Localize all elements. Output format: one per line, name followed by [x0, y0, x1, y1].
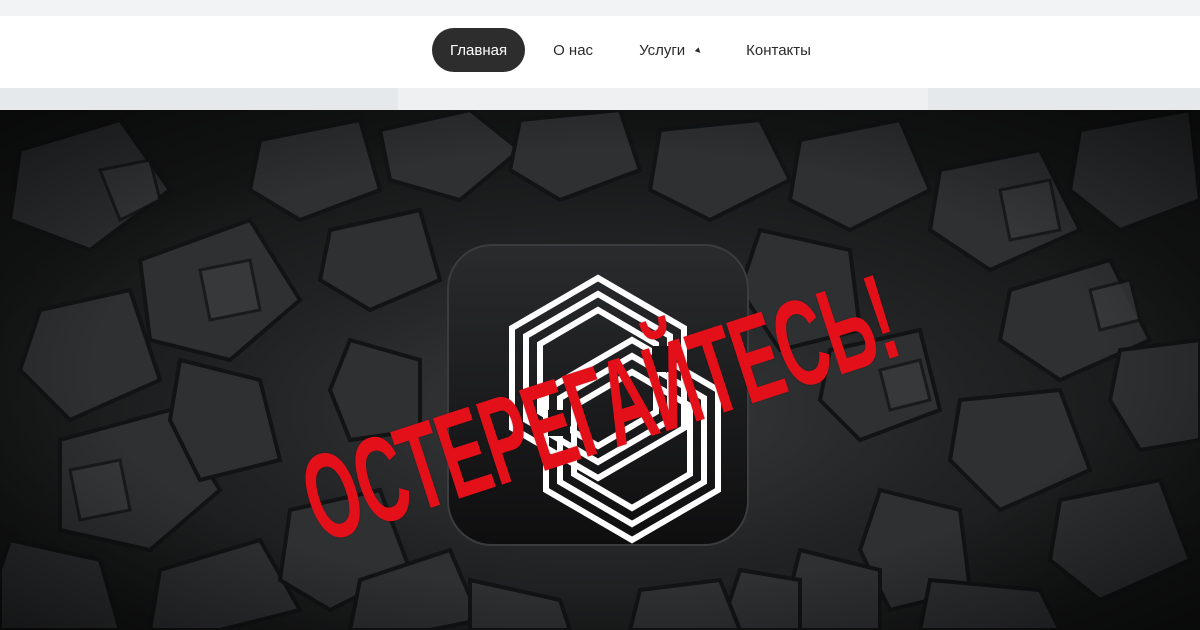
- hero-banner: ОСТЕРЕГАЙТЕСЬ!: [0, 110, 1200, 630]
- sub-bar: [0, 88, 1200, 110]
- main-nav: Главная О нас Услуги ▼ Контакты: [432, 28, 811, 72]
- nav-item-contacts-label: Контакты: [746, 41, 811, 59]
- nav-item-contacts[interactable]: Контакты: [746, 28, 811, 72]
- sub-bar-segment: [928, 88, 1200, 110]
- nav-item-home-label: Главная: [450, 41, 508, 59]
- caret-down-icon: ▼: [691, 44, 706, 58]
- sub-bar-segment: [0, 88, 398, 110]
- navbar: Главная О нас Услуги ▼ Контакты: [0, 16, 1200, 88]
- nav-item-about-label: О нас: [553, 41, 594, 59]
- top-strip: [0, 0, 1200, 16]
- nav-item-about[interactable]: О нас: [553, 28, 593, 72]
- nav-item-services[interactable]: Услуги ▼: [639, 28, 706, 72]
- nav-item-services-label: Услуги: [639, 41, 686, 59]
- nav-item-home[interactable]: Главная: [432, 28, 526, 72]
